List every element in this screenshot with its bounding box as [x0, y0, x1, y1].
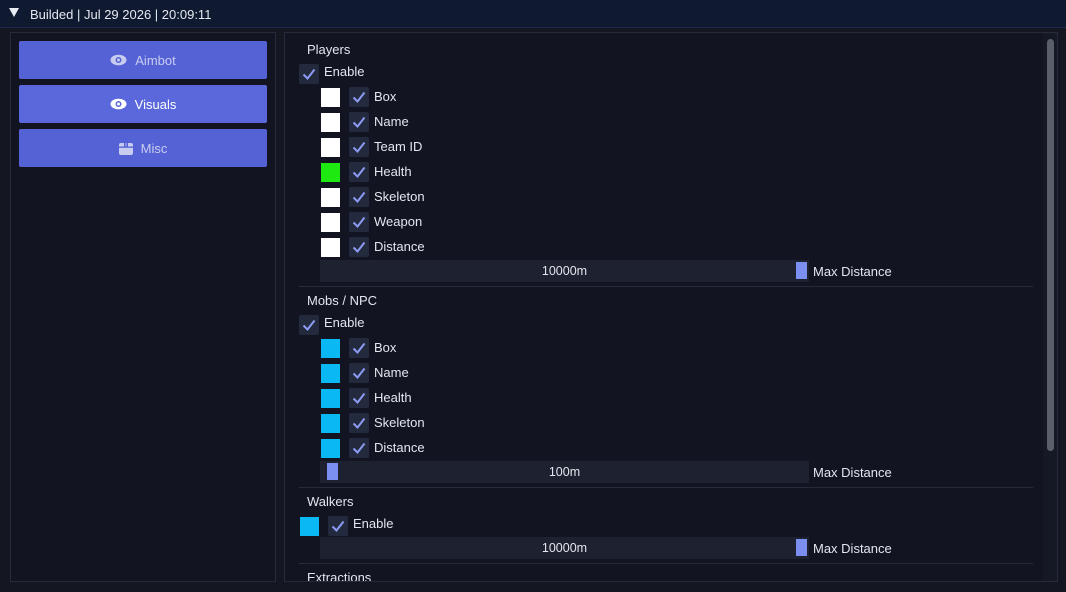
nav-label: Misc	[140, 140, 168, 156]
scrollbar-thumb[interactable]	[1047, 39, 1054, 451]
section-title-players: Players	[307, 42, 351, 57]
slider-value: 100m	[548, 465, 581, 479]
players-option-label: Skeleton	[374, 189, 425, 204]
eye-icon	[110, 54, 127, 66]
slider-value: 10000m	[541, 541, 588, 555]
players-color-swatch[interactable]	[321, 213, 340, 232]
mobs-option-checkbox[interactable]	[349, 388, 369, 408]
players-option-label: Box	[374, 89, 397, 104]
players-option-label: Health	[374, 164, 412, 179]
nav-label: Visuals	[134, 96, 177, 112]
nav-button-misc[interactable]: Misc	[19, 129, 267, 167]
walkers-distance-slider[interactable]: 10000m	[320, 537, 809, 559]
mobs-color-swatch[interactable]	[321, 364, 340, 383]
mobs-color-swatch[interactable]	[321, 339, 340, 358]
sidebar: Aimbot Visuals Misc	[10, 32, 276, 582]
slider-grab[interactable]	[327, 463, 338, 480]
players-enable-label: Enable	[324, 64, 365, 79]
checkmark-icon	[352, 141, 366, 154]
checkmark-icon	[302, 319, 316, 332]
checkmark-icon	[331, 520, 345, 533]
checkmark-icon	[352, 442, 366, 455]
players-option-checkbox[interactable]	[349, 112, 369, 132]
visuals-panel: Players Enable Box Name Team ID Health Skele…	[284, 32, 1058, 582]
slider-value: 10000m	[541, 264, 588, 278]
mobs-option-checkbox[interactable]	[349, 338, 369, 358]
mobs-option-label: Skeleton	[374, 415, 425, 430]
walkers-color-swatch[interactable]	[300, 517, 319, 536]
eye-icon	[110, 98, 127, 110]
players-distance-label: Max Distance	[813, 264, 892, 279]
mobs-option-checkbox[interactable]	[349, 438, 369, 458]
collapse-triangle-icon[interactable]	[9, 8, 19, 17]
checkmark-icon	[302, 68, 316, 81]
players-color-swatch[interactable]	[321, 163, 340, 182]
players-option-label: Distance	[374, 239, 425, 254]
walkers-distance-label: Max Distance	[813, 541, 892, 556]
scrollbar[interactable]	[1043, 33, 1057, 581]
checkmark-icon	[352, 216, 366, 229]
players-color-swatch[interactable]	[321, 188, 340, 207]
players-option-checkbox[interactable]	[349, 212, 369, 232]
checkmark-icon	[352, 392, 366, 405]
players-option-checkbox[interactable]	[349, 137, 369, 157]
walkers-enable-checkbox[interactable]	[328, 516, 348, 536]
mobs-enable-checkbox[interactable]	[299, 315, 319, 335]
mobs-option-checkbox[interactable]	[349, 363, 369, 383]
players-option-checkbox[interactable]	[349, 187, 369, 207]
nav-label: Aimbot	[135, 52, 176, 68]
players-option-checkbox[interactable]	[349, 162, 369, 182]
checkmark-icon	[352, 417, 366, 430]
players-color-swatch[interactable]	[321, 88, 340, 107]
mobs-color-swatch[interactable]	[321, 389, 340, 408]
players-color-swatch[interactable]	[321, 238, 340, 257]
mobs-color-swatch[interactable]	[321, 439, 340, 458]
players-color-swatch[interactable]	[321, 138, 340, 157]
players-option-checkbox[interactable]	[349, 237, 369, 257]
players-option-label: Weapon	[374, 214, 423, 229]
slider-grab[interactable]	[796, 262, 807, 279]
checkmark-icon	[352, 91, 366, 104]
mobs-option-checkbox[interactable]	[349, 413, 369, 433]
mobs-option-label: Name	[374, 365, 409, 380]
section-title-mobs: Mobs / NPC	[307, 293, 378, 308]
section-title-extractions: Extractions	[307, 570, 372, 582]
players-option-label: Name	[374, 114, 409, 129]
players-option-label: Team ID	[374, 139, 423, 154]
main-window: Aimbot Visuals Misc Players Enable Box Na…	[0, 28, 1066, 592]
mobs-enable-label: Enable	[324, 315, 365, 330]
mobs-option-label: Health	[374, 390, 412, 405]
window-title: Builded | Jul 29 2026 | 20:09:11	[30, 7, 212, 22]
box-icon	[118, 141, 133, 155]
checkmark-icon	[352, 342, 366, 355]
divider	[299, 563, 1033, 564]
walkers-enable-label: Enable	[353, 516, 394, 531]
title-bar: Builded | Jul 29 2026 | 20:09:11	[0, 0, 1066, 28]
divider	[299, 487, 1033, 488]
players-distance-slider[interactable]: 10000m	[320, 260, 809, 282]
players-color-swatch[interactable]	[321, 113, 340, 132]
mobs-option-label: Box	[374, 340, 397, 355]
players-option-checkbox[interactable]	[349, 87, 369, 107]
checkmark-icon	[352, 191, 366, 204]
mobs-distance-slider[interactable]: 100m	[320, 461, 809, 483]
checkmark-icon	[352, 367, 366, 380]
checkmark-icon	[352, 116, 366, 129]
divider	[299, 286, 1033, 287]
players-enable-checkbox[interactable]	[299, 64, 319, 84]
checkmark-icon	[352, 166, 366, 179]
mobs-distance-label: Max Distance	[813, 465, 892, 480]
slider-grab[interactable]	[796, 539, 807, 556]
nav-button-visuals[interactable]: Visuals	[19, 85, 267, 123]
checkmark-icon	[352, 241, 366, 254]
section-title-walkers: Walkers	[307, 494, 354, 509]
mobs-option-label: Distance	[374, 440, 425, 455]
nav-button-aimbot[interactable]: Aimbot	[19, 41, 267, 79]
mobs-color-swatch[interactable]	[321, 414, 340, 433]
